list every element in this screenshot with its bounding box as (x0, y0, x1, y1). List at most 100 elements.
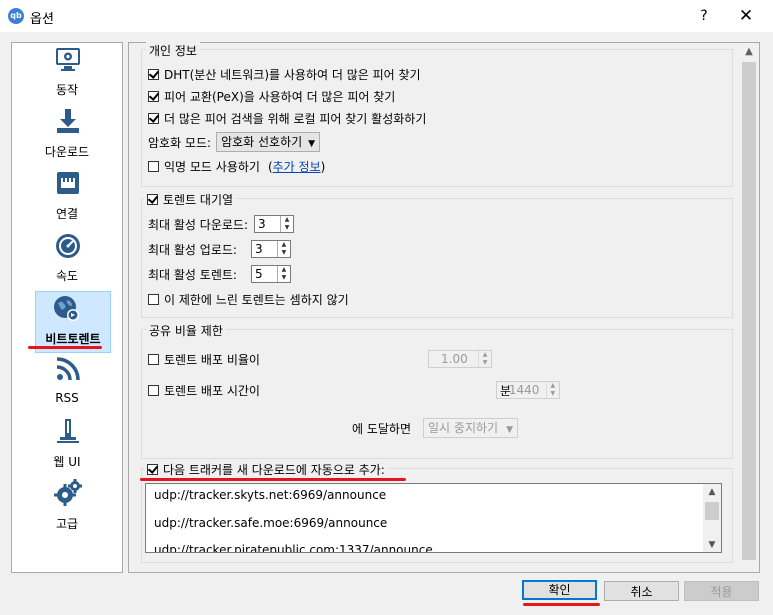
sidebar-item-behavior[interactable]: 동작 (12, 43, 122, 105)
anonymous-mode-label: 익명 모드 사용하기 (164, 160, 260, 174)
spin-arrows-icon[interactable]: ▲ ▼ (280, 216, 293, 232)
pex-checkbox-row[interactable]: 피어 교환(PeX)을 사용하여 더 많은 피어 찾기 (148, 88, 395, 105)
sidebar-item-label: RSS (55, 391, 79, 405)
max-torrents-label: 최대 활성 토렌트: (148, 267, 237, 282)
sidebar-item-label: 고급 (55, 517, 79, 531)
tracker-item: udp://tracker.safe.moe:6969/announce (154, 516, 388, 530)
tracker-item: udp://tracker.skyts.net:6969/announce (154, 488, 387, 502)
lsd-label: 더 많은 피어 검색을 위해 로컬 피어 찾기 활성화하기 (164, 112, 427, 126)
anonymous-mode-checkbox[interactable] (148, 161, 159, 172)
web-ui-icon (54, 417, 82, 445)
rss-icon (54, 355, 82, 383)
tracker-list-textarea[interactable]: udp://tracker.skyts.net:6969/announce ud… (145, 483, 722, 553)
max-torrents-row: 최대 활성 토렌트: 5 ▲ ▼ (148, 265, 291, 283)
max-torrents-value: 5 (254, 267, 263, 281)
annotation-underline-trackers (140, 478, 406, 481)
dht-checkbox[interactable] (148, 69, 159, 80)
ratio-value: 1.00 (441, 352, 468, 366)
spin-arrows-icon[interactable]: ▲ ▼ (545, 382, 559, 398)
sidebar-item-downloads[interactable]: 다운로드 (12, 105, 122, 167)
seed-time-row[interactable]: 토렌트 배포 시간이 (148, 382, 260, 399)
sidebar-item-label: 웹 UI (53, 455, 81, 469)
torrent-queue-checkbox[interactable] (147, 194, 158, 205)
behavior-monitor-icon (54, 45, 82, 73)
help-button[interactable]: ? (692, 4, 716, 28)
spin-arrows-icon[interactable]: ▲ ▼ (276, 241, 290, 257)
sidebar-item-speed[interactable]: 속도 (12, 229, 122, 291)
max-uploads-spinbox[interactable]: 3 ▲ ▼ (250, 240, 291, 258)
limit-action-select[interactable]: 일시 중지하기 ▼ (423, 418, 518, 438)
privacy-legend: 개인 정보 (146, 42, 200, 59)
tracker-item: udp://tracker.piratepublic.com:1337/anno… (154, 543, 433, 553)
title-bar: qb 옵션 ? ✕ (0, 0, 773, 32)
lsd-checkbox[interactable] (148, 113, 159, 124)
max-torrents-spinbox[interactable]: 5 ▲ ▼ (250, 265, 291, 283)
max-downloads-label: 최대 활성 다운로드: (148, 217, 248, 232)
sidebar-item-rss[interactable]: RSS (12, 353, 122, 415)
sidebar-item-bittorrent[interactable]: 비트토렌트 (35, 291, 111, 353)
sidebar-item-connection[interactable]: 연결 (12, 167, 122, 229)
options-sidebar: 동작 다운로드 연결 속도 비트토렌트 RSS 웹 UI 고급 (11, 42, 123, 573)
sidebar-item-advanced[interactable]: 고급 (12, 477, 122, 539)
bittorrent-globe-icon (52, 294, 80, 322)
chevron-down-icon[interactable]: ▼ (703, 537, 721, 553)
auto-trackers-legend[interactable]: 다음 트래커를 새 다운로드에 자동으로 추가: (144, 461, 388, 478)
torrent-queue-label: 토렌트 대기열 (163, 193, 234, 207)
sidebar-item-label: 비트토렌트 (45, 332, 101, 346)
ratio-row[interactable]: 토렌트 배포 비율이 (148, 351, 260, 368)
spin-arrows-icon[interactable]: ▲ ▼ (276, 266, 290, 282)
max-uploads-label: 최대 활성 업로드: (148, 242, 237, 257)
annotation-underline-bittorrent (28, 346, 102, 349)
cancel-button[interactable]: 취소 (604, 581, 679, 601)
sidebar-item-label: 동작 (55, 83, 79, 97)
limit-action-value: 일시 중지하기 (428, 421, 499, 435)
auto-trackers-checkbox[interactable] (147, 464, 158, 475)
window-title: 옵션 (30, 12, 54, 27)
seed-time-unit: 분 (500, 384, 512, 398)
max-uploads-row: 최대 활성 업로드: 3 ▲ ▼ (148, 240, 291, 258)
slow-torrents-row[interactable]: 이 제한에 느린 토렌트는 셈하지 않기 (148, 291, 349, 308)
encryption-mode-value: 암호화 선호하기 (221, 135, 303, 149)
ratio-label: 토렌트 배포 비율이 (164, 353, 260, 367)
chevron-up-icon[interactable]: ▲ (703, 484, 721, 500)
dht-label: DHT(분산 네트워크)를 사용하여 더 많은 피어 찾기 (164, 68, 421, 82)
ok-button[interactable]: 확인 (522, 580, 597, 600)
close-button[interactable]: ✕ (732, 4, 760, 28)
encryption-row: 암호화 모드: 암호화 선호하기 ▼ (148, 132, 321, 152)
lsd-checkbox-row[interactable]: 더 많은 피어 검색을 위해 로컬 피어 찾기 활성화하기 (148, 110, 426, 127)
qbittorrent-app-icon: qb (8, 8, 24, 24)
chevron-down-icon: ▼ (308, 139, 316, 149)
slow-torrents-checkbox[interactable] (148, 294, 159, 305)
connection-icon (54, 169, 82, 197)
ratio-spinbox[interactable]: 1.00 ▲ ▼ (428, 350, 492, 368)
dht-checkbox-row[interactable]: DHT(분산 네트워크)를 사용하여 더 많은 피어 찾기 (148, 66, 421, 83)
limit-action-row: 에 도달하면 일시 중지하기 ▼ (352, 418, 518, 438)
pex-checkbox[interactable] (148, 91, 159, 102)
anonymous-mode-row[interactable]: 익명 모드 사용하기 (추가 정보) (148, 158, 325, 175)
sidebar-item-label: 속도 (55, 269, 79, 283)
paren-close: ) (320, 159, 326, 174)
ratio-checkbox[interactable] (148, 354, 159, 365)
spin-arrows-icon[interactable]: ▲ ▼ (478, 351, 491, 367)
annotation-underline-ok (523, 603, 600, 606)
max-downloads-value: 3 (258, 217, 266, 231)
limit-action-label: 에 도달하면 (352, 421, 412, 436)
encryption-label: 암호화 모드: (148, 135, 212, 150)
chevron-up-icon[interactable]: ▲ (739, 43, 759, 61)
auto-trackers-label: 다음 트래커를 새 다운로드에 자동으로 추가: (163, 463, 385, 477)
sidebar-item-web-ui[interactable]: 웹 UI (12, 415, 122, 477)
apply-button[interactable]: 적용 (684, 581, 759, 601)
seed-time-checkbox[interactable] (148, 385, 159, 396)
advanced-gears-icon (54, 479, 82, 507)
speed-gauge-icon (54, 231, 82, 259)
download-icon (54, 107, 82, 135)
more-info-link[interactable]: 추가 정보 (273, 158, 321, 175)
chevron-down-icon: ▼ (506, 425, 513, 435)
torrent-queue-legend[interactable]: 토렌트 대기열 (144, 191, 237, 208)
max-downloads-spinbox[interactable]: 3 ▲ ▼ (254, 215, 294, 233)
tracker-list-scroll-thumb[interactable] (705, 502, 719, 520)
max-downloads-row: 최대 활성 다운로드: 3 ▲ ▼ (148, 215, 294, 233)
slow-torrents-label: 이 제한에 느린 토렌트는 셈하지 않기 (164, 293, 349, 307)
encryption-mode-select[interactable]: 암호화 선호하기 ▼ (216, 132, 321, 152)
content-scroll-thumb[interactable] (742, 62, 756, 560)
